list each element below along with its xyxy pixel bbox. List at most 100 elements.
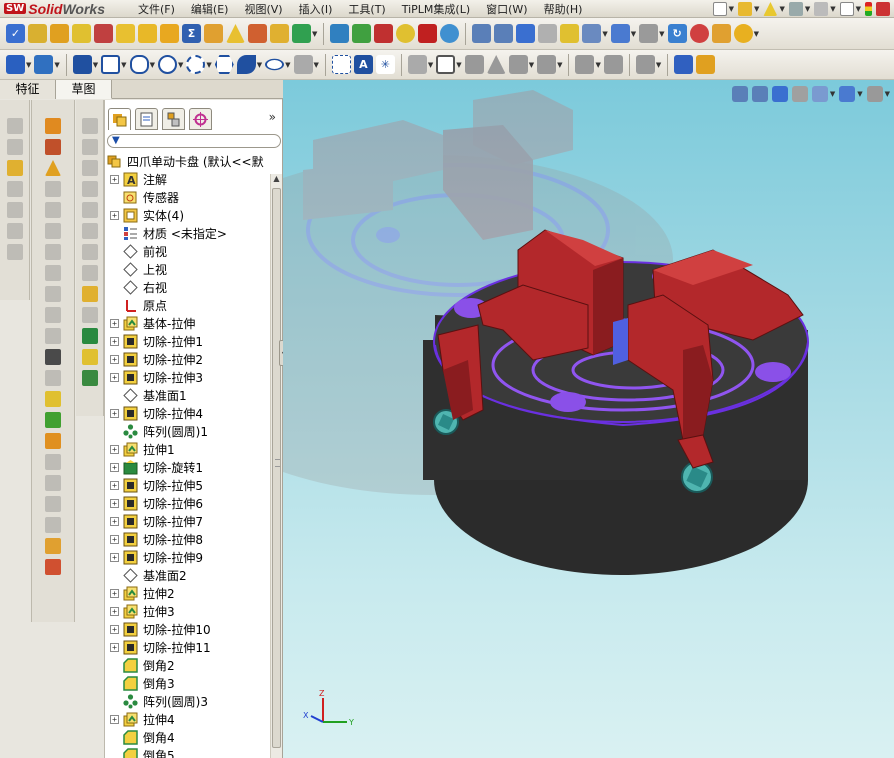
boundary-boss-icon[interactable] xyxy=(45,202,61,218)
panel-expand-chevron-icon[interactable]: » xyxy=(269,110,276,124)
tree-vertical-scrollbar[interactable]: ▲ xyxy=(270,174,282,758)
thickness-icon[interactable] xyxy=(292,24,311,43)
sketch-icon[interactable] xyxy=(6,55,25,74)
polygon-icon[interactable] xyxy=(214,55,234,74)
dimxpert-manager-tab[interactable] xyxy=(189,108,212,130)
chevron-down-icon[interactable]: ▼ xyxy=(805,5,810,13)
tree-item[interactable]: + 切除-拉伸3 xyxy=(105,368,270,386)
configuration-manager-tab[interactable] xyxy=(162,108,185,130)
convert-entities-icon[interactable] xyxy=(436,55,456,74)
warning-icon[interactable] xyxy=(763,2,778,16)
tab-sketch[interactable]: 草图 xyxy=(56,80,112,99)
chevron-down-icon[interactable]: ▼ xyxy=(54,61,59,69)
chevron-down-icon[interactable]: ▼ xyxy=(93,61,98,69)
tree-item[interactable]: + 切除-拉伸6 xyxy=(105,494,270,512)
rapid-sketch-icon[interactable] xyxy=(674,55,694,74)
graphics-area[interactable]: ▼ ▼ ▼ Z Y X xyxy=(283,80,894,758)
tree-item[interactable]: + 切除-拉伸7 xyxy=(105,512,270,530)
trim-icon[interactable] xyxy=(407,55,427,74)
tree-item[interactable]: + 拉伸1 xyxy=(105,440,270,458)
chevron-down-icon[interactable]: ▼ xyxy=(257,61,262,69)
scroll-up-arrow-icon[interactable]: ▲ xyxy=(271,174,282,186)
chevron-down-icon[interactable]: ▼ xyxy=(631,30,636,38)
revolved-cut-icon[interactable] xyxy=(45,244,61,260)
tree-item[interactable]: + 切除-拉伸9 xyxy=(105,548,270,566)
chevron-down-icon[interactable]: ▼ xyxy=(557,61,562,69)
tree-item[interactable]: + 切除-拉伸11 xyxy=(105,638,270,656)
tree-item[interactable]: 基准面1 xyxy=(105,386,270,404)
mirror-icon[interactable] xyxy=(486,55,506,74)
ellipse-icon[interactable] xyxy=(265,58,285,71)
menu-item-3[interactable]: 插入(I) xyxy=(291,1,341,17)
menu-item-7[interactable]: 帮助(H) xyxy=(536,1,591,17)
tree-item[interactable]: 基准面2 xyxy=(105,566,270,584)
geometry-analysis-icon[interactable] xyxy=(138,24,157,43)
tree-item[interactable]: + A 注解 xyxy=(105,170,270,188)
section-properties-icon[interactable] xyxy=(72,24,91,43)
lofted-cut-icon[interactable] xyxy=(45,286,61,302)
view-orientation-icon[interactable] xyxy=(582,24,602,43)
expand-plus-icon[interactable]: + xyxy=(110,408,119,418)
chevron-down-icon[interactable]: ▼ xyxy=(456,61,461,69)
tree-item[interactable]: 倒角2 xyxy=(105,656,270,674)
tree-item[interactable]: + 切除-旋转1 xyxy=(105,458,270,476)
tree-item[interactable]: 右视 xyxy=(105,278,270,296)
chevron-down-icon[interactable]: ▼ xyxy=(150,61,155,69)
shell-icon[interactable] xyxy=(45,391,61,407)
expand-plus-icon[interactable]: + xyxy=(110,318,119,328)
tree-filter-input[interactable]: ▼ xyxy=(107,134,281,148)
variable-pattern-icon[interactable] xyxy=(81,265,98,281)
tree-item[interactable]: 原点 xyxy=(105,296,270,314)
rapid-feature-icon[interactable] xyxy=(45,559,61,575)
expand-plus-icon[interactable]: + xyxy=(110,714,119,724)
open-file-icon[interactable] xyxy=(738,2,753,16)
chevron-down-icon[interactable]: ▼ xyxy=(285,61,290,69)
repair-sketch-icon[interactable] xyxy=(603,55,623,74)
hide-show-icon[interactable] xyxy=(639,24,659,43)
tree-item[interactable]: 倒角5 xyxy=(105,746,270,758)
expand-plus-icon[interactable]: + xyxy=(110,336,119,346)
sketch-driven-pattern-icon[interactable] xyxy=(81,202,98,218)
mass-properties-icon[interactable] xyxy=(50,24,69,43)
draft-analysis-icon[interactable] xyxy=(226,24,245,43)
draft-icon[interactable] xyxy=(45,412,61,428)
tree-item[interactable]: + 拉伸2 xyxy=(105,584,270,602)
tree-item[interactable]: + 基体-拉伸 xyxy=(105,314,270,332)
chevron-down-icon[interactable]: ▼ xyxy=(178,61,183,69)
appearance-icon[interactable] xyxy=(689,24,709,43)
swept-cut-icon[interactable] xyxy=(45,265,61,281)
rib-icon[interactable] xyxy=(45,370,61,386)
wrap-icon[interactable] xyxy=(45,433,61,449)
tree-item[interactable]: 阵列(圆周)3 xyxy=(105,692,270,710)
previous-view-icon[interactable] xyxy=(516,24,536,43)
expand-plus-icon[interactable]: + xyxy=(110,642,119,652)
point-feature-icon[interactable] xyxy=(81,307,98,323)
sketch-save-icon[interactable] xyxy=(6,202,23,218)
sketch-edit-icon[interactable] xyxy=(6,139,23,155)
circular-pattern-feature-icon[interactable] xyxy=(81,139,98,155)
linear-pattern-feature-icon[interactable] xyxy=(81,118,98,134)
tree-item[interactable]: + 切除-拉伸1 xyxy=(105,332,270,350)
revolved-boss-icon[interactable] xyxy=(45,139,61,155)
spline-icon[interactable] xyxy=(236,55,256,74)
expand-plus-icon[interactable]: + xyxy=(110,606,119,616)
tree-item[interactable]: + 拉伸3 xyxy=(105,602,270,620)
traffic-light-icon[interactable] xyxy=(865,2,872,16)
lofted-boss-icon[interactable] xyxy=(45,181,61,197)
boundary-cut-icon[interactable] xyxy=(45,307,61,323)
extruded-cut-icon[interactable] xyxy=(45,223,61,239)
sketch-link-icon[interactable] xyxy=(6,244,23,260)
sketch-block-icon[interactable] xyxy=(6,181,23,197)
rebuild-icon[interactable]: ↻ xyxy=(667,24,687,43)
expand-plus-icon[interactable]: + xyxy=(110,588,119,598)
scene-icon[interactable] xyxy=(711,24,731,43)
expand-plus-icon[interactable]: + xyxy=(110,210,119,220)
scroll-thumb[interactable] xyxy=(272,188,281,748)
reference-geometry-icon[interactable] xyxy=(45,496,61,512)
deviation-icon[interactable] xyxy=(330,24,350,43)
split-icon[interactable] xyxy=(81,370,98,386)
arc-icon[interactable] xyxy=(186,55,206,74)
feature-manager-tab[interactable] xyxy=(108,108,131,130)
chevron-down-icon[interactable]: ▼ xyxy=(26,61,31,69)
display-relations-icon[interactable] xyxy=(575,55,595,74)
